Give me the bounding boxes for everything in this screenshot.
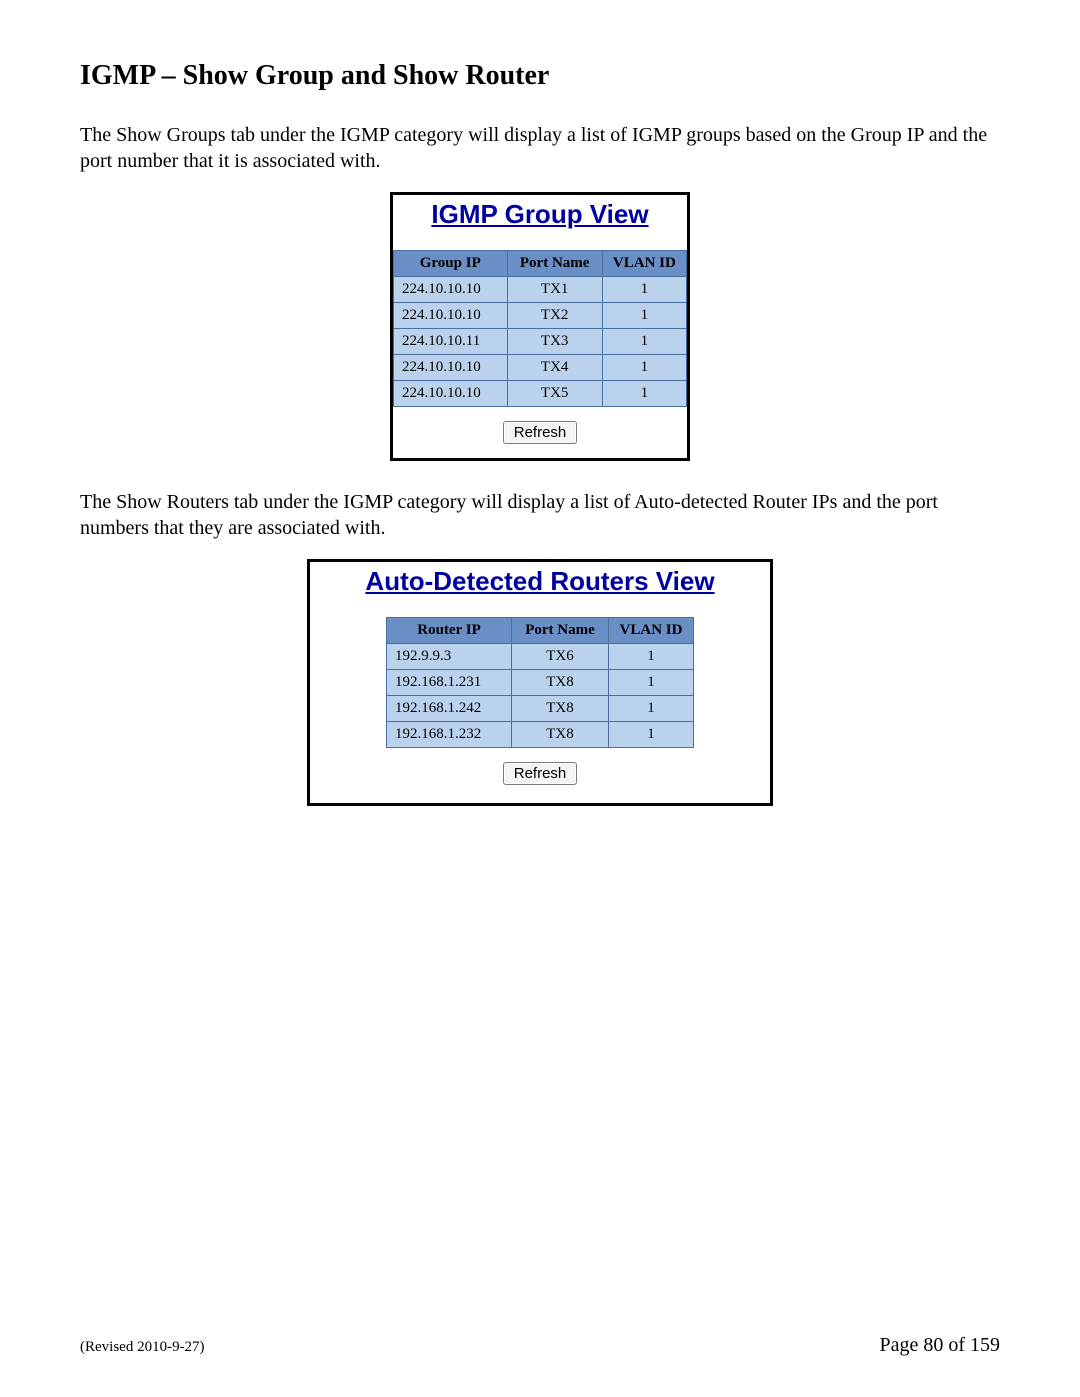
cell-port-name: TX8 xyxy=(512,722,609,748)
table-row: 224.10.10.11 TX3 1 xyxy=(394,329,687,355)
cell-group-ip: 224.10.10.10 xyxy=(394,277,508,303)
cell-port-name: TX5 xyxy=(507,381,602,407)
cell-group-ip: 224.10.10.11 xyxy=(394,329,508,355)
table-row: 224.10.10.10 TX5 1 xyxy=(394,381,687,407)
auto-detected-routers-panel: Auto-Detected Routers View Router IP Por… xyxy=(307,559,773,806)
col-header-port-name: Port Name xyxy=(507,251,602,277)
igmp-group-view-panel: IGMP Group View Group IP Port Name VLAN … xyxy=(390,192,690,461)
cell-router-ip: 192.168.1.231 xyxy=(387,670,512,696)
table-row: 224.10.10.10 TX2 1 xyxy=(394,303,687,329)
cell-vlan-id: 1 xyxy=(602,277,686,303)
table-row: 192.168.1.231 TX8 1 xyxy=(387,670,694,696)
cell-vlan-id: 1 xyxy=(602,381,686,407)
col-header-group-ip: Group IP xyxy=(394,251,508,277)
cell-vlan-id: 1 xyxy=(602,355,686,381)
intro-paragraph-1: The Show Groups tab under the IGMP categ… xyxy=(80,122,1000,174)
col-header-vlan-id: VLAN ID xyxy=(602,251,686,277)
cell-vlan-id: 1 xyxy=(602,329,686,355)
col-header-vlan-id: VLAN ID xyxy=(609,618,694,644)
cell-vlan-id: 1 xyxy=(602,303,686,329)
cell-port-name: TX2 xyxy=(507,303,602,329)
cell-port-name: TX8 xyxy=(512,696,609,722)
cell-router-ip: 192.168.1.242 xyxy=(387,696,512,722)
col-header-router-ip: Router IP xyxy=(387,618,512,644)
table-row: 192.168.1.242 TX8 1 xyxy=(387,696,694,722)
igmp-group-table: Group IP Port Name VLAN ID 224.10.10.10 … xyxy=(393,250,687,407)
cell-group-ip: 224.10.10.10 xyxy=(394,355,508,381)
intro-paragraph-2: The Show Routers tab under the IGMP cate… xyxy=(80,489,1000,541)
refresh-button[interactable]: Refresh xyxy=(503,762,578,785)
cell-group-ip: 224.10.10.10 xyxy=(394,381,508,407)
cell-port-name: TX3 xyxy=(507,329,602,355)
table-row: 192.168.1.232 TX8 1 xyxy=(387,722,694,748)
cell-port-name: TX4 xyxy=(507,355,602,381)
cell-port-name: TX1 xyxy=(507,277,602,303)
cell-router-ip: 192.168.1.232 xyxy=(387,722,512,748)
auto-detected-routers-title: Auto-Detected Routers View xyxy=(310,566,770,597)
cell-vlan-id: 1 xyxy=(609,696,694,722)
col-header-port-name: Port Name xyxy=(512,618,609,644)
cell-vlan-id: 1 xyxy=(609,722,694,748)
cell-port-name: TX8 xyxy=(512,670,609,696)
cell-router-ip: 192.9.9.3 xyxy=(387,644,512,670)
page-number: Page 80 of 159 xyxy=(879,1334,1000,1357)
table-row: 192.9.9.3 TX6 1 xyxy=(387,644,694,670)
cell-port-name: TX6 xyxy=(512,644,609,670)
igmp-group-view-title: IGMP Group View xyxy=(393,199,687,230)
page-footer: (Revised 2010-9-27) Page 80 of 159 xyxy=(80,1334,1000,1357)
revised-date: (Revised 2010-9-27) xyxy=(80,1339,205,1356)
section-title: IGMP – Show Group and Show Router xyxy=(80,60,1000,92)
table-row: 224.10.10.10 TX4 1 xyxy=(394,355,687,381)
cell-group-ip: 224.10.10.10 xyxy=(394,303,508,329)
refresh-button[interactable]: Refresh xyxy=(503,421,578,444)
cell-vlan-id: 1 xyxy=(609,670,694,696)
cell-vlan-id: 1 xyxy=(609,644,694,670)
routers-table: Router IP Port Name VLAN ID 192.9.9.3 TX… xyxy=(386,617,694,748)
table-row: 224.10.10.10 TX1 1 xyxy=(394,277,687,303)
